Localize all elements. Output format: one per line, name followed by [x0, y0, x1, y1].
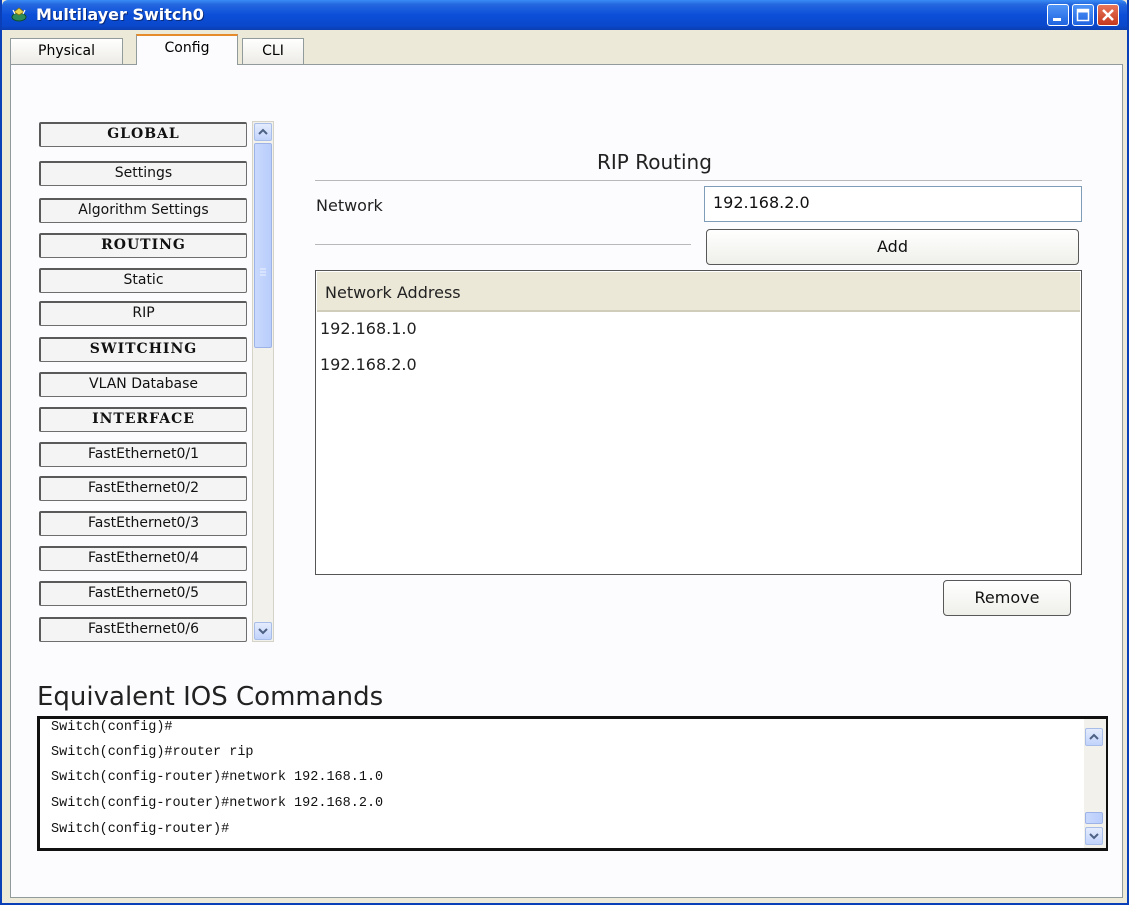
sidebar-header-interface[interactable]: INTERFACE: [39, 407, 247, 432]
ios-command-line: Switch(config-router)#: [51, 822, 230, 837]
ios-scrollbar[interactable]: [1084, 719, 1106, 848]
ios-scroll-up-button[interactable]: [1085, 728, 1103, 746]
sidebar-item-static[interactable]: Static: [39, 268, 247, 293]
table-header: Network Address: [317, 272, 1080, 312]
ios-commands-title: Equivalent IOS Commands: [37, 682, 384, 712]
chevron-down-icon: [1089, 833, 1099, 840]
remove-button[interactable]: Remove: [943, 580, 1071, 616]
ios-scroll-thumb[interactable]: [1085, 812, 1103, 824]
sidebar-header-switching[interactable]: SWITCHING: [39, 337, 247, 362]
sidebar-item-fastethernet0-6[interactable]: FastEthernet0/6: [39, 617, 247, 642]
ios-commands-console: Switch(config)# Switch(config)#router ri…: [37, 716, 1108, 851]
window-title: Multilayer Switch0: [36, 5, 204, 24]
ios-command-line: Switch(config-router)#network 192.168.2.…: [51, 796, 384, 811]
tab-physical[interactable]: Physical: [10, 38, 123, 64]
title-bar[interactable]: Multilayer Switch0: [2, 0, 1127, 30]
minimize-icon: [1053, 18, 1061, 21]
table-row[interactable]: 192.168.1.0: [320, 319, 417, 338]
ios-scroll-down-button[interactable]: [1085, 827, 1103, 845]
sidebar-item-settings[interactable]: Settings: [39, 161, 247, 186]
rip-routing-title: RIP Routing: [597, 150, 712, 174]
tab-config[interactable]: Config: [136, 34, 238, 65]
sidebar-item-fastethernet0-3[interactable]: FastEthernet0/3: [39, 511, 247, 536]
sidebar-item-rip[interactable]: RIP: [39, 301, 247, 326]
tab-cli[interactable]: CLI: [242, 38, 304, 64]
device-window: Multilayer Switch0 Physical Config CLI G…: [0, 0, 1129, 905]
sidebar-item-vlan-database[interactable]: VLAN Database: [39, 372, 247, 397]
chevron-down-icon: [258, 628, 268, 635]
maximize-button[interactable]: [1072, 4, 1094, 26]
sidebar-item-fastethernet0-2[interactable]: FastEthernet0/2: [39, 476, 247, 501]
scroll-down-button[interactable]: [254, 622, 272, 640]
table-row[interactable]: 192.168.2.0: [320, 355, 417, 374]
ios-command-line: Switch(config)#router rip: [51, 745, 254, 760]
sidebar-scrollbar[interactable]: [252, 121, 274, 642]
sidebar-header-global[interactable]: GLOBAL: [39, 122, 247, 147]
close-icon: [1102, 9, 1114, 21]
scroll-up-button[interactable]: [254, 123, 272, 141]
sidebar-item-fastethernet0-1[interactable]: FastEthernet0/1: [39, 442, 247, 467]
add-button[interactable]: Add: [706, 229, 1079, 265]
sidebar-item-algorithm-settings[interactable]: Algorithm Settings: [39, 198, 247, 223]
network-label: Network: [316, 196, 383, 215]
grip-icon: [260, 268, 266, 276]
ios-command-line: Switch(config)#: [51, 720, 173, 735]
chevron-up-icon: [1089, 733, 1099, 740]
network-address-table: Network Address 192.168.1.0 192.168.2.0: [315, 270, 1082, 575]
sidebar-item-fastethernet0-4[interactable]: FastEthernet0/4: [39, 546, 247, 571]
minimize-button[interactable]: [1047, 4, 1069, 26]
sidebar-header-routing[interactable]: ROUTING: [39, 233, 247, 258]
form-divider: [315, 244, 691, 245]
ios-command-line: Switch(config-router)#network 192.168.1.…: [51, 770, 384, 785]
title-divider: [315, 180, 1082, 181]
sidebar-item-fastethernet0-5[interactable]: FastEthernet0/5: [39, 581, 247, 606]
network-input[interactable]: 192.168.2.0: [704, 186, 1082, 222]
maximize-icon: [1076, 8, 1090, 22]
scroll-thumb[interactable]: [254, 143, 272, 348]
chevron-up-icon: [258, 128, 268, 135]
close-button[interactable]: [1097, 4, 1119, 26]
multilayer-switch-icon: [11, 7, 27, 22]
